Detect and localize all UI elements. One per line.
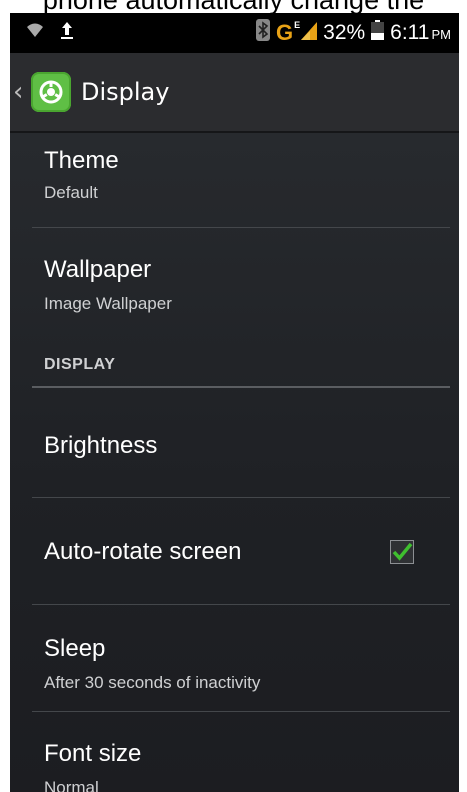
clock: 6:11 PM bbox=[390, 21, 451, 45]
status-bar: GE 32% 6:11 PM bbox=[10, 13, 459, 53]
bluetooth-icon bbox=[256, 19, 271, 47]
network-type: GE bbox=[276, 20, 300, 46]
list-item-auto-rotate[interactable]: Auto-rotate screen bbox=[10, 498, 459, 604]
battery-icon bbox=[371, 20, 385, 46]
upload-icon bbox=[60, 20, 74, 44]
item-summary: Default bbox=[44, 183, 98, 202]
settings-gear-icon[interactable] bbox=[31, 72, 71, 112]
list-item-brightness[interactable]: Brightness bbox=[10, 388, 459, 498]
item-summary: After 30 seconds of inactivity bbox=[44, 673, 261, 692]
item-title: Auto-rotate screen bbox=[44, 538, 242, 565]
checkmark-icon bbox=[392, 542, 413, 561]
battery-percent: 32% bbox=[323, 21, 366, 44]
item-title: Font size bbox=[44, 740, 142, 767]
phone-screen: GE 32% 6:11 PM ‹ Display Theme Default W… bbox=[10, 13, 459, 792]
item-title: Sleep bbox=[44, 635, 106, 662]
list-item-sleep[interactable]: Sleep After 30 seconds of inactivity bbox=[10, 605, 459, 711]
list-item-theme[interactable]: Theme Default bbox=[10, 131, 459, 227]
action-bar: ‹ Display bbox=[10, 53, 459, 133]
back-arrow-icon[interactable]: ‹ bbox=[13, 77, 27, 107]
network-label: G bbox=[276, 20, 294, 45]
item-summary: Image Wallpaper bbox=[44, 294, 172, 313]
clock-time: 6:11 bbox=[390, 21, 430, 44]
item-title: Wallpaper bbox=[44, 256, 152, 283]
list-item-wallpaper[interactable]: Wallpaper Image Wallpaper bbox=[10, 228, 459, 336]
item-summary: Normal bbox=[44, 778, 99, 792]
network-sub-label: E bbox=[294, 20, 301, 30]
wifi-icon bbox=[26, 22, 44, 42]
item-title: Theme bbox=[44, 147, 119, 174]
page-title: Display bbox=[81, 78, 170, 106]
clock-ampm: PM bbox=[431, 27, 452, 42]
item-title: Brightness bbox=[44, 432, 158, 459]
list-item-font-size[interactable]: Font size Normal bbox=[10, 712, 459, 792]
auto-rotate-checkbox[interactable] bbox=[390, 540, 414, 564]
signal-icon bbox=[299, 20, 318, 46]
section-header-display: DISPLAY bbox=[44, 356, 116, 373]
